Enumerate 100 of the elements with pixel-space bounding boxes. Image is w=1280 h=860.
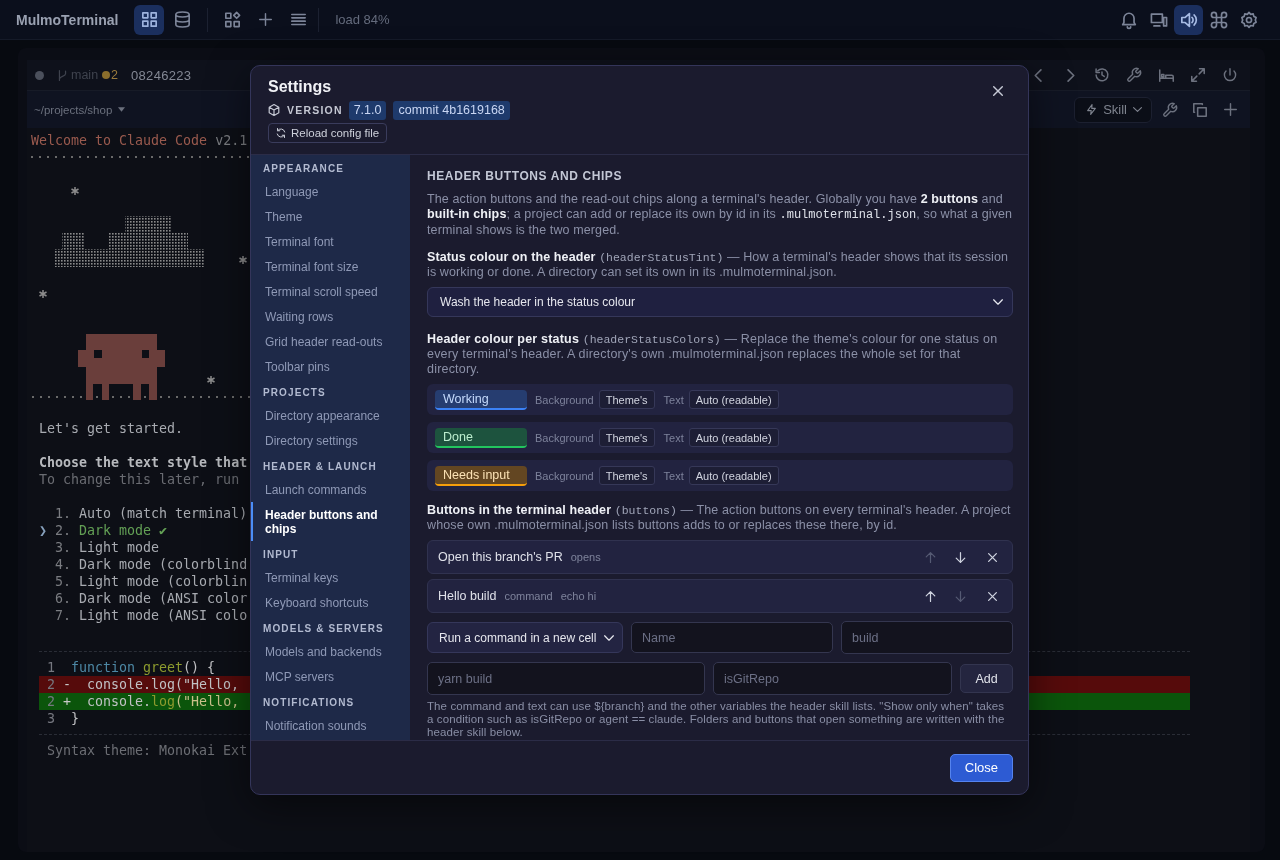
star-icon — [238, 255, 248, 265]
button-detail: command — [504, 590, 553, 602]
input-field[interactable]: yarn build — [427, 662, 705, 695]
nav-item[interactable]: Header buttons and chips — [251, 502, 410, 541]
wrench-icon — [1163, 102, 1177, 117]
welcome-text: Welcome to Claude Code — [31, 132, 208, 148]
nav-item[interactable]: Notification sounds — [251, 713, 410, 738]
background-picker[interactable]: Theme's — [598, 428, 655, 447]
chevron-down-icon — [1133, 105, 1142, 114]
change-count: 2 — [111, 68, 119, 82]
background-picker[interactable]: Theme's — [598, 466, 655, 485]
toolbar-button[interactable] — [1174, 4, 1203, 35]
option-item[interactable]: ❯ 2. Dark mode ✔ — [39, 522, 168, 539]
star-icon — [70, 186, 80, 196]
history-icon — [1095, 68, 1109, 82]
terminal-text: Let's get started. — [39, 420, 184, 437]
status-dot-icon — [35, 70, 44, 80]
list-icon — [290, 12, 306, 27]
action-type-dropdown[interactable]: Run a command in a new cell — [427, 622, 623, 653]
commit-badge: commit 4b1619168 — [393, 100, 510, 120]
nav-item[interactable]: Terminal keys — [251, 565, 410, 590]
expand-icon — [1191, 68, 1205, 82]
line-number: 2 — [46, 675, 56, 693]
arrow-down-icon — [954, 551, 966, 563]
nav-item[interactable]: Theme — [251, 204, 410, 229]
input-field[interactable]: Name — [631, 622, 833, 653]
version-text: v2.1 — [215, 132, 248, 148]
code-text: } — [70, 709, 79, 727]
option-item[interactable]: 3. Light mode — [39, 539, 160, 556]
text-colour-picker[interactable]: Auto (readable) — [688, 390, 779, 409]
field-label: Text — [663, 431, 684, 444]
option-item[interactable]: 1. Auto (match terminal) — [39, 505, 248, 522]
nav-item[interactable]: Toolbar pins — [251, 354, 410, 379]
help-text: The command and text can use ${branch} and the other variables the header skill lists. "Show only when" takes a condition such as isGitRepo or agent == claude. Folders and buttons that open something are written with the header skill below. — [427, 700, 1006, 739]
add-button[interactable]: Add — [960, 664, 1013, 693]
close-button[interactable]: Close — [949, 753, 1013, 782]
nav-item[interactable]: Grid header read-outs — [251, 329, 410, 354]
nav-item[interactable]: Keyboard shortcuts — [251, 590, 410, 615]
text-colour-picker[interactable]: Auto (readable) — [688, 466, 779, 485]
view-button[interactable] — [134, 4, 165, 35]
nav-item[interactable]: Directory appearance — [251, 403, 410, 428]
nav-section-heading: NOTIFICATIONS — [262, 696, 356, 710]
status-chip: Working — [435, 389, 527, 410]
nav-item[interactable]: Launch commands — [251, 477, 410, 502]
syntax-theme-text: Syntax theme: Monokai Ext — [47, 742, 248, 759]
terminal-prompt: Choose the text style that — [39, 454, 248, 471]
chevron-down-icon — [604, 632, 614, 643]
text-colour-picker[interactable]: Auto (readable) — [688, 428, 779, 447]
button-name: Open this branch's PR — [438, 550, 563, 564]
option-item[interactable]: 4. Dark mode (colorblind — [39, 556, 248, 573]
terminal-hint: To change this later, run — [39, 471, 240, 488]
nav-section-heading: PROJECTS — [262, 386, 327, 400]
wrench-icon — [1127, 68, 1141, 82]
arrow-down-icon — [954, 590, 966, 602]
nav-section-heading: APPEARANCE — [262, 162, 345, 176]
line-number: 3 — [46, 709, 56, 727]
code-text: function greet() { — [70, 658, 216, 676]
button-detail: echo hi — [560, 590, 597, 602]
status-chip: Needs input — [435, 465, 527, 486]
nav-item[interactable]: Terminal font — [251, 229, 410, 254]
branch-icon — [57, 69, 68, 81]
background-picker[interactable]: Theme's — [598, 390, 655, 409]
button-name: Hello build — [438, 589, 497, 603]
nav-item[interactable]: Directory settings — [251, 428, 410, 453]
star-icon — [38, 289, 48, 299]
directory-path: ~/projects/shop — [34, 103, 113, 116]
code-text: + console.log("Hello, — [63, 692, 240, 710]
nav-section-heading: INPUT — [262, 548, 300, 562]
plus-icon — [1223, 103, 1237, 116]
option-item[interactable]: 7. Light mode (ANSI colo — [39, 607, 248, 624]
layout-add-icon — [224, 12, 240, 27]
chevron-down-icon — [993, 297, 1003, 307]
power-icon — [1223, 68, 1237, 82]
star-icon — [206, 375, 216, 385]
field-label: Text — [663, 469, 684, 482]
option-item[interactable]: 6. Dark mode (ANSI color — [39, 590, 248, 607]
grid-icon — [141, 12, 157, 27]
dialog-title: Settings — [268, 77, 332, 97]
nav-item[interactable]: Models and backends — [251, 639, 410, 664]
skill-button[interactable]: Skill — [1074, 96, 1152, 123]
nav-item[interactable]: MCP servers — [251, 664, 410, 689]
nav-section-heading: HEADER & LAUNCH — [262, 460, 378, 474]
section-heading: HEADER BUTTONS AND CHIPS — [427, 168, 624, 184]
settings-icon — [1240, 11, 1257, 28]
nav-item[interactable]: Waiting rows — [251, 304, 410, 329]
reload-config-button[interactable]: Reload config file — [268, 123, 388, 143]
cube-icon — [268, 104, 280, 116]
nav-item[interactable]: Terminal scroll speed — [251, 279, 410, 304]
input-field[interactable]: isGitRepo — [713, 662, 952, 695]
status-tint-dropdown[interactable]: Wash the header in the status colour — [427, 287, 1013, 317]
line-number: 1 — [46, 658, 56, 676]
input-field[interactable]: build — [841, 621, 1013, 654]
plus-icon — [258, 13, 272, 26]
option-item[interactable]: 5. Light mode (colorblin — [39, 573, 248, 590]
field-label: Background — [535, 469, 594, 482]
close-icon — [987, 591, 997, 601]
copy-icon — [1193, 102, 1207, 117]
nav-item[interactable]: Language — [251, 179, 410, 204]
arrow-up-icon — [924, 551, 936, 563]
nav-item[interactable]: Terminal font size — [251, 254, 410, 279]
